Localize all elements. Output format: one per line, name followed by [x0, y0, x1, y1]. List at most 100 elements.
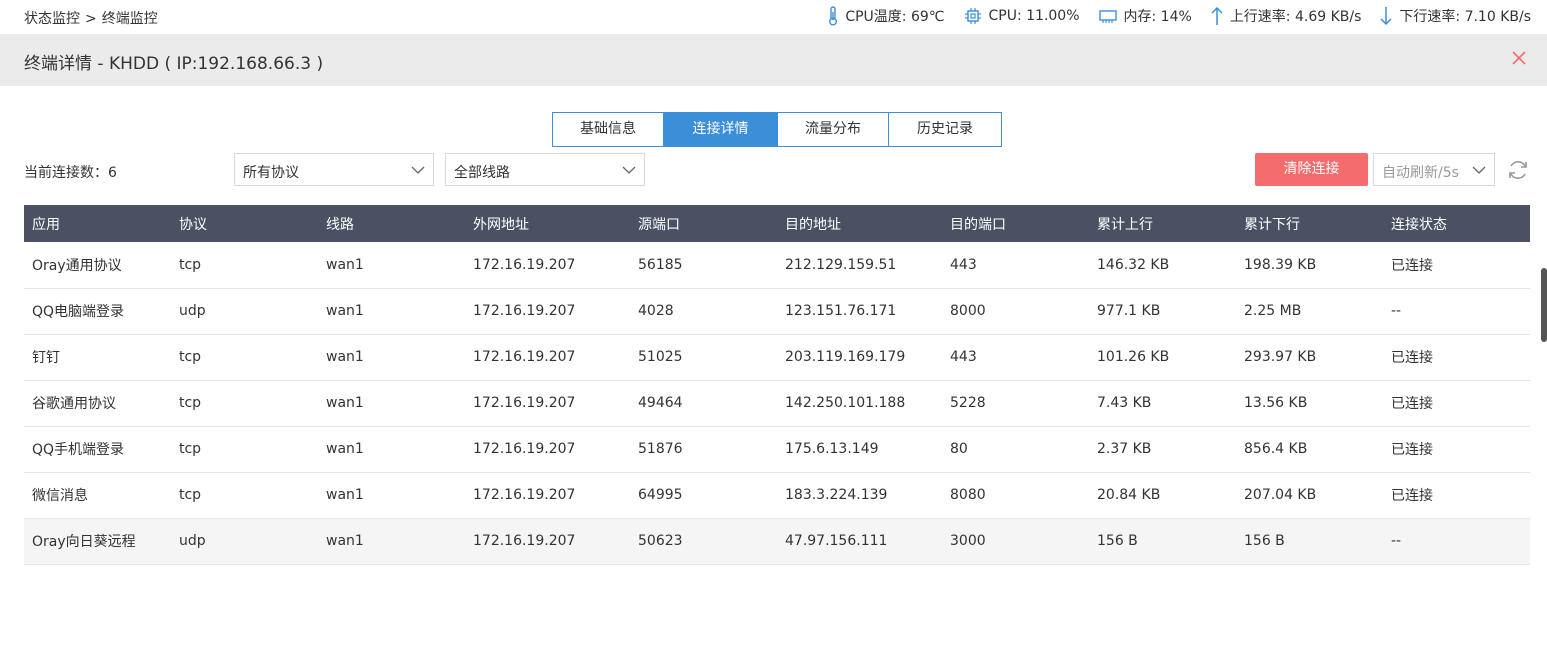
table-cell: tcp: [171, 242, 318, 289]
column-header: 应用: [24, 205, 171, 242]
tab-basic-info[interactable]: 基础信息: [552, 112, 664, 147]
table-cell: wan1: [318, 472, 465, 519]
system-stats: CPU温度: 69℃ CPU: 11.00% 内存: 14% 上行速率: 4.6…: [809, 6, 1531, 26]
table-cell: tcp: [171, 426, 318, 473]
table-cell: 80: [942, 426, 1089, 473]
upload-stat: 上行速率: 4.69 KB/s: [1210, 6, 1362, 26]
table-cell: 2.37 KB: [1089, 426, 1236, 473]
chevron-down-icon: [411, 166, 425, 174]
detail-tabs: 基础信息 连接详情 流量分布 历史记录: [552, 112, 1002, 147]
table-cell: 已连接: [1383, 242, 1530, 289]
column-header: 外网地址: [465, 205, 630, 242]
table-cell: 172.16.19.207: [465, 426, 630, 473]
table-cell: udp: [171, 288, 318, 335]
table-cell: 51876: [630, 426, 777, 473]
table-cell: QQ手机端登录: [24, 426, 171, 473]
table-cell: --: [1383, 288, 1530, 335]
table-cell: tcp: [171, 334, 318, 381]
chevron-down-icon: [622, 166, 636, 174]
table-cell: 已连接: [1383, 426, 1530, 473]
auto-refresh-value: 自动刷新/5s: [1382, 165, 1459, 181]
column-header: 线路: [318, 205, 465, 242]
detail-header: 终端详情 - KHDD ( IP:192.168.66.3 ): [0, 34, 1547, 86]
table-cell: 51025: [630, 334, 777, 381]
table-cell: wan1: [318, 426, 465, 473]
cpu-temp-stat: CPU温度: 69℃: [827, 6, 945, 26]
table-cell: 47.97.156.111: [777, 518, 942, 565]
breadcrumb-parent[interactable]: 状态监控: [24, 8, 80, 28]
table-cell: 13.56 KB: [1236, 380, 1383, 427]
table-cell: 5228: [942, 380, 1089, 427]
table-cell: 175.6.13.149: [777, 426, 942, 473]
auto-refresh-select[interactable]: 自动刷新/5s: [1373, 153, 1495, 186]
table-cell: QQ电脑端登录: [24, 288, 171, 335]
table-row[interactable]: QQ手机端登录 tcp wan1 172.16.19.207 51876 175…: [24, 426, 1530, 473]
table-cell: tcp: [171, 380, 318, 427]
table-cell: 146.32 KB: [1089, 242, 1236, 289]
upload-value: 上行速率: 4.69 KB/s: [1229, 9, 1362, 25]
line-select[interactable]: 全部线路: [445, 153, 645, 186]
table-cell: 156 B: [1089, 518, 1236, 565]
arrow-down-icon: [1380, 7, 1392, 26]
table-cell: 8000: [942, 288, 1089, 335]
tab-traffic-distribution[interactable]: 流量分布: [777, 112, 889, 147]
protocol-select[interactable]: 所有协议: [234, 153, 434, 186]
table-cell: 微信消息: [24, 472, 171, 519]
cpu-stat: CPU: 11.00%: [963, 6, 1080, 26]
table-cell: 172.16.19.207: [465, 334, 630, 381]
tab-history[interactable]: 历史记录: [888, 112, 1002, 147]
table-cell: 172.16.19.207: [465, 518, 630, 565]
column-header: 连接状态: [1383, 205, 1530, 242]
thermometer-icon: [829, 6, 838, 26]
protocol-select-value: 所有协议: [243, 165, 299, 181]
table-cell: 20.84 KB: [1089, 472, 1236, 519]
table-row[interactable]: Oray向日葵远程 udp wan1 172.16.19.207 50623 4…: [24, 518, 1530, 565]
column-header: 累计上行: [1089, 205, 1236, 242]
table-cell: Oray通用协议: [24, 242, 171, 289]
table-row[interactable]: 微信消息 tcp wan1 172.16.19.207 64995 183.3.…: [24, 472, 1530, 519]
table-cell: 3000: [942, 518, 1089, 565]
column-header: 源端口: [630, 205, 777, 242]
column-header: 累计下行: [1236, 205, 1383, 242]
table-cell: 207.04 KB: [1236, 472, 1383, 519]
table-cell: tcp: [171, 472, 318, 519]
table-cell: 56185: [630, 242, 777, 289]
table-cell: 钉钉: [24, 334, 171, 381]
download-value: 下行速率: 7.10 KB/s: [1399, 9, 1531, 25]
memory-icon: [1098, 10, 1117, 23]
close-icon[interactable]: [1509, 48, 1529, 68]
breadcrumb: 状态监控 > 终端监控: [24, 8, 158, 28]
table-cell: 已连接: [1383, 380, 1530, 427]
refresh-icon[interactable]: [1506, 158, 1530, 182]
table-row[interactable]: Oray通用协议 tcp wan1 172.16.19.207 56185 21…: [24, 242, 1530, 289]
column-header: 目的地址: [777, 205, 942, 242]
table-cell: 172.16.19.207: [465, 472, 630, 519]
clear-connections-button[interactable]: 清除连接: [1255, 153, 1368, 186]
table-cell: wan1: [318, 242, 465, 289]
table-cell: 7.43 KB: [1089, 380, 1236, 427]
memory-stat: 内存: 14%: [1098, 6, 1192, 26]
table-cell: 977.1 KB: [1089, 288, 1236, 335]
top-bar: 状态监控 > 终端监控 CPU温度: 69℃ CPU: 11.00% 内存: 14%…: [0, 0, 1547, 34]
table-cell: --: [1383, 518, 1530, 565]
table-row[interactable]: QQ电脑端登录 udp wan1 172.16.19.207 4028 123.…: [24, 288, 1530, 335]
table-row[interactable]: 钉钉 tcp wan1 172.16.19.207 51025 203.119.…: [24, 334, 1530, 381]
scrollbar-thumb[interactable]: [1541, 268, 1547, 342]
table-cell: 443: [942, 334, 1089, 381]
table-cell: 293.97 KB: [1236, 334, 1383, 381]
table-cell: 212.129.159.51: [777, 242, 942, 289]
table-cell: 123.151.76.171: [777, 288, 942, 335]
table-cell: 49464: [630, 380, 777, 427]
breadcrumb-separator: >: [85, 11, 97, 27]
table-cell: 2.25 MB: [1236, 288, 1383, 335]
line-select-value: 全部线路: [454, 165, 510, 181]
table-row[interactable]: 谷歌通用协议 tcp wan1 172.16.19.207 49464 142.…: [24, 380, 1530, 427]
table-cell: 198.39 KB: [1236, 242, 1383, 289]
page-title: 终端详情 - KHDD ( IP:192.168.66.3 ): [24, 54, 324, 74]
table-cell: 101.26 KB: [1089, 334, 1236, 381]
table-cell: 已连接: [1383, 334, 1530, 381]
breadcrumb-current: 终端监控: [101, 11, 158, 27]
tab-connection-details[interactable]: 连接详情: [663, 112, 778, 147]
table-cell: 172.16.19.207: [465, 242, 630, 289]
cpu-temp-value: CPU温度: 69℃: [845, 9, 945, 25]
